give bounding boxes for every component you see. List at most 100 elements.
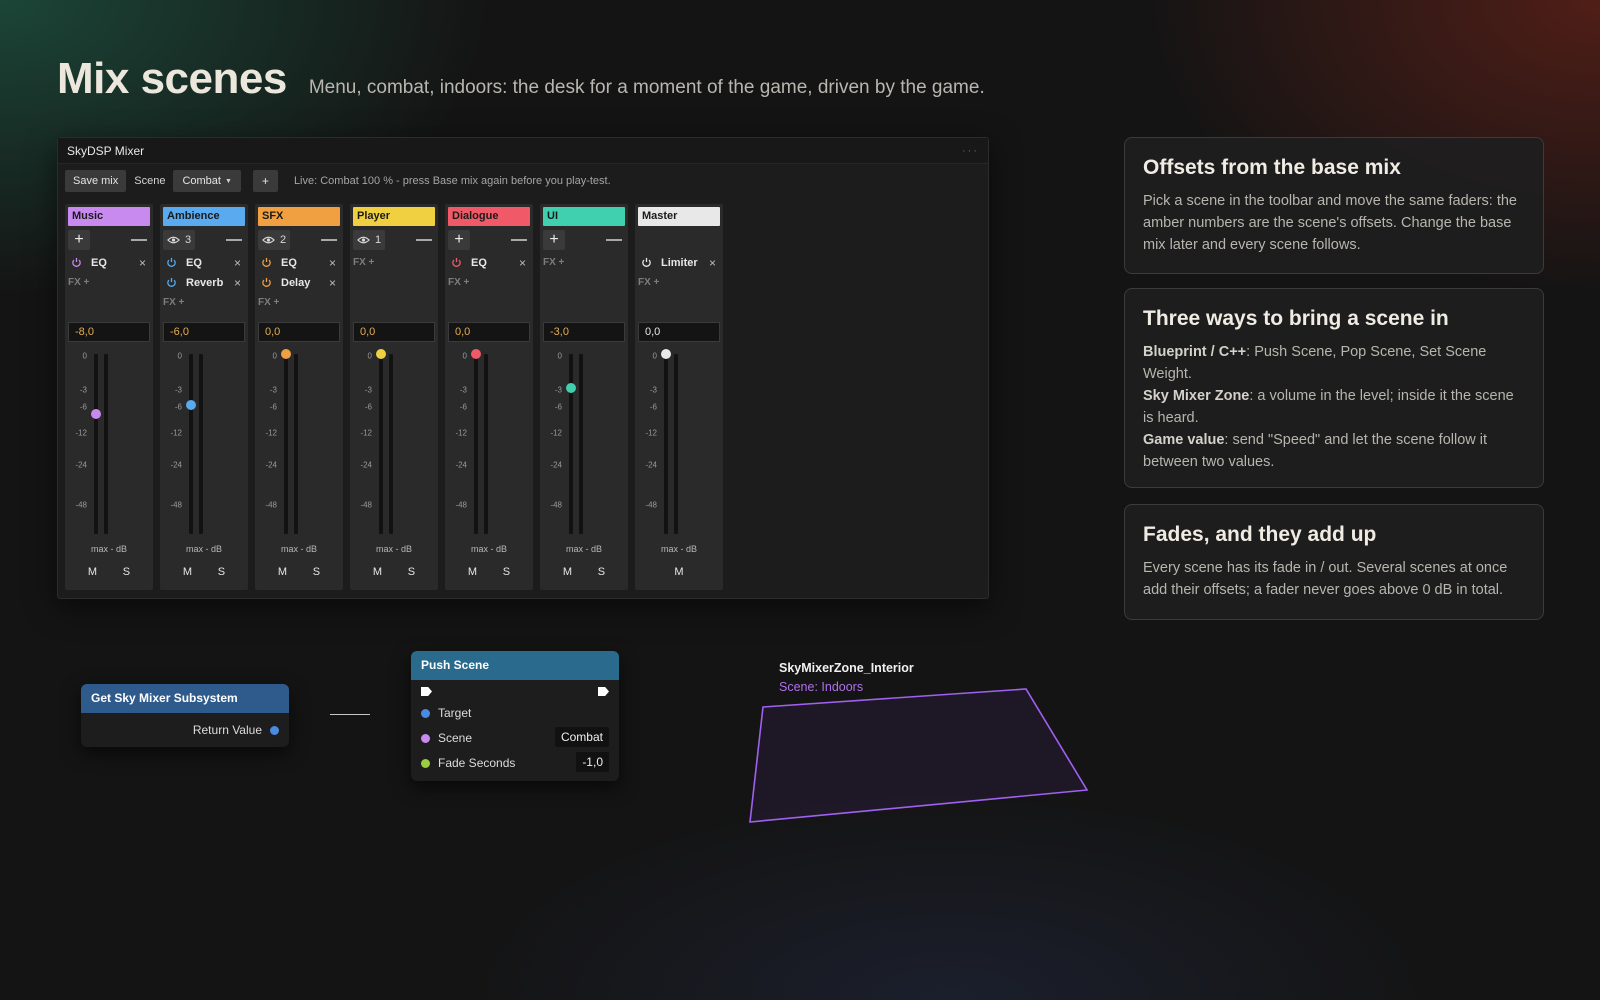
fx-slot[interactable]: Delay × xyxy=(258,274,340,292)
fader-track[interactable] xyxy=(189,354,193,534)
fx-add-button[interactable]: FX + xyxy=(638,277,659,288)
fx-close-icon[interactable]: × xyxy=(234,256,241,270)
get-subsystem-node[interactable]: Get Sky Mixer Subsystem Return Value xyxy=(81,684,289,747)
collapse-icon[interactable] xyxy=(511,239,527,241)
return-value-pin[interactable] xyxy=(270,725,279,735)
fx-add-button[interactable]: FX + xyxy=(163,297,184,308)
db-value-field[interactable]: 0,0 xyxy=(258,322,340,342)
collapse-icon[interactable] xyxy=(606,239,622,241)
add-child-button[interactable]: + xyxy=(543,230,565,250)
visible-count: 3 xyxy=(185,234,192,246)
scene-select[interactable]: Combat ▼ xyxy=(173,170,241,192)
db-value-field[interactable]: 0,0 xyxy=(448,322,530,342)
input-pin[interactable] xyxy=(421,708,430,718)
fx-add-button[interactable]: FX + xyxy=(353,257,374,268)
fx-close-icon[interactable]: × xyxy=(329,256,336,270)
db-value-field[interactable]: -3,0 xyxy=(543,322,625,342)
window-menu-icon[interactable]: ··· xyxy=(962,145,979,157)
fx-close-icon[interactable]: × xyxy=(519,256,526,270)
visibility-eye-icon[interactable]: 2 xyxy=(258,230,291,250)
strip-name[interactable]: Music xyxy=(68,207,150,226)
push-scene-node[interactable]: Push Scene Target Scene Combat Fade Seconds… xyxy=(411,651,619,781)
strip-footer: max - dB xyxy=(470,544,507,554)
db-value-field[interactable]: 0,0 xyxy=(638,322,720,342)
solo-button[interactable]: S xyxy=(408,566,415,578)
strip-name[interactable]: Dialogue xyxy=(448,207,530,226)
fx-slot[interactable]: EQ × xyxy=(258,254,340,272)
fx-power-icon[interactable] xyxy=(71,257,84,270)
fx-slot[interactable]: EQ × xyxy=(68,254,150,272)
mute-button[interactable]: M xyxy=(88,566,97,578)
fader-track[interactable] xyxy=(284,354,288,534)
mute-button[interactable]: M xyxy=(674,566,683,578)
strip-name[interactable]: Ambience xyxy=(163,207,245,226)
strip-name[interactable]: Player xyxy=(353,207,435,226)
mute-button[interactable]: M xyxy=(278,566,287,578)
fx-close-icon[interactable]: × xyxy=(709,256,716,270)
solo-button[interactable]: S xyxy=(218,566,225,578)
fx-power-icon[interactable] xyxy=(261,257,274,270)
visibility-eye-icon[interactable]: 3 xyxy=(163,230,196,250)
fx-power-icon[interactable] xyxy=(641,257,654,270)
mute-button[interactable]: M xyxy=(468,566,477,578)
fx-slot[interactable]: EQ × xyxy=(448,254,530,272)
fx-close-icon[interactable]: × xyxy=(234,276,241,290)
fx-add-button[interactable]: FX + xyxy=(258,297,279,308)
fx-power-icon[interactable] xyxy=(261,277,274,290)
db-value-field[interactable]: -6,0 xyxy=(163,322,245,342)
collapse-icon[interactable] xyxy=(321,239,337,241)
add-scene-button[interactable]: + xyxy=(252,170,278,192)
scale-tick-label: -48 xyxy=(170,500,182,510)
solo-button[interactable]: S xyxy=(598,566,605,578)
pin-value-field[interactable]: Combat xyxy=(554,727,609,747)
add-child-button[interactable]: + xyxy=(448,230,470,250)
fx-close-icon[interactable]: × xyxy=(139,256,146,270)
add-child-button[interactable]: + xyxy=(68,230,90,250)
solo-button[interactable]: S xyxy=(313,566,320,578)
fader-knob[interactable] xyxy=(186,400,196,410)
fader-knob[interactable] xyxy=(91,408,101,419)
fader-track[interactable] xyxy=(664,354,668,534)
strip-name[interactable]: UI xyxy=(543,207,625,226)
fader-knob[interactable] xyxy=(281,349,291,359)
save-mix-button[interactable]: Save mix xyxy=(65,170,127,192)
fader-track[interactable] xyxy=(474,354,478,534)
fx-slot[interactable]: EQ × xyxy=(163,254,245,272)
fx-slot[interactable]: Limiter × xyxy=(638,254,720,272)
fx-slot[interactable]: Reverb × xyxy=(163,274,245,292)
fx-add-button[interactable]: FX + xyxy=(68,277,89,288)
fader-track[interactable] xyxy=(569,354,573,534)
visibility-eye-icon[interactable]: 1 xyxy=(353,230,386,250)
solo-button[interactable]: S xyxy=(503,566,510,578)
mute-button[interactable]: M xyxy=(183,566,192,578)
pin-value-field[interactable]: -1,0 xyxy=(576,752,609,772)
collapse-icon[interactable] xyxy=(416,239,432,241)
db-value-field[interactable]: -8,0 xyxy=(68,322,150,342)
fx-power-icon[interactable] xyxy=(166,257,179,270)
fader-knob[interactable] xyxy=(471,349,481,359)
fx-close-icon[interactable]: × xyxy=(329,276,336,290)
input-pin[interactable] xyxy=(421,758,430,768)
fader-track[interactable] xyxy=(379,354,383,534)
collapse-icon[interactable] xyxy=(131,239,147,241)
fader-track[interactable] xyxy=(94,354,98,534)
fx-add-button[interactable]: FX + xyxy=(543,257,564,268)
input-pin[interactable] xyxy=(421,733,430,743)
mute-button[interactable]: M xyxy=(373,566,382,578)
strip-name[interactable]: Master xyxy=(638,207,720,226)
db-value-field[interactable]: 0,0 xyxy=(353,322,435,342)
fx-power-icon[interactable] xyxy=(166,277,179,290)
strip-name[interactable]: SFX xyxy=(258,207,340,226)
collapse-icon[interactable] xyxy=(226,239,242,241)
mixer-titlebar[interactable]: SkyDSP Mixer ··· xyxy=(58,138,988,164)
solo-button[interactable]: S xyxy=(123,566,130,578)
fx-power-icon[interactable] xyxy=(451,257,464,270)
fx-add-button[interactable]: FX + xyxy=(448,277,469,288)
fader-knob[interactable] xyxy=(566,383,576,393)
fader-knob[interactable] xyxy=(376,349,386,359)
mixer-zone-volume[interactable] xyxy=(740,680,1090,830)
exec-in-pin[interactable] xyxy=(421,687,432,696)
fader-knob[interactable] xyxy=(661,349,671,359)
exec-out-pin[interactable] xyxy=(598,687,609,696)
mute-button[interactable]: M xyxy=(563,566,572,578)
